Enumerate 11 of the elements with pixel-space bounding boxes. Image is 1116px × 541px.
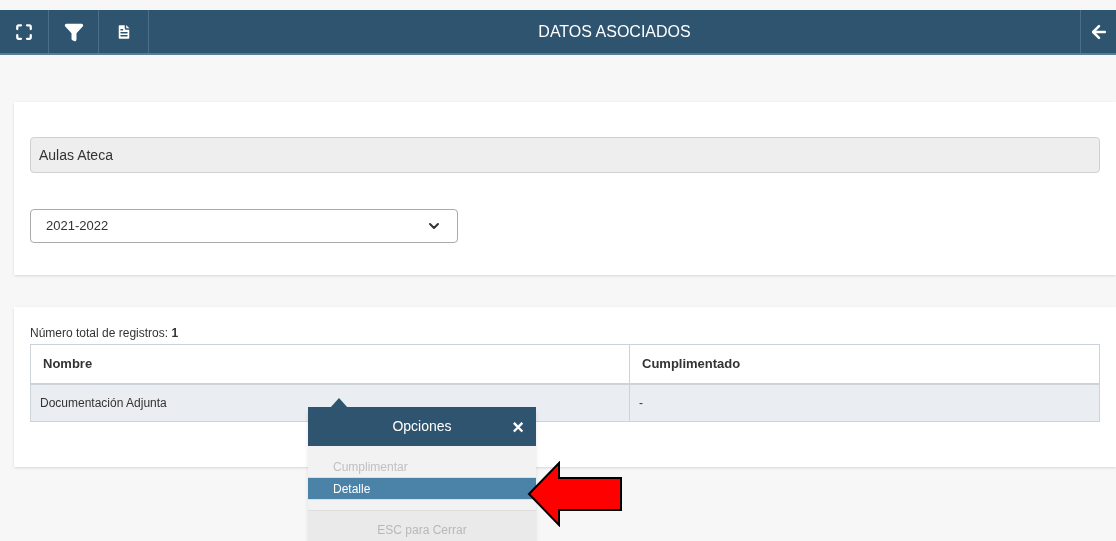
filter-icon xyxy=(63,21,84,42)
center-field: Aulas Ateca xyxy=(30,137,1100,173)
year-select[interactable]: 2021-2022 xyxy=(30,209,458,243)
table-cell-text: - xyxy=(638,395,644,412)
page-title: DATOS ASOCIADOS xyxy=(538,21,691,42)
column-header: Cumplimentado xyxy=(641,355,742,374)
table-row[interactable]: Documentación Adjunta - xyxy=(31,385,1099,421)
record-count: Número total de registros: 1 xyxy=(30,325,180,342)
fullscreen-icon xyxy=(15,22,33,41)
menu-item[interactable]: Detalle xyxy=(308,478,536,500)
column-header: Nombre xyxy=(31,345,630,383)
